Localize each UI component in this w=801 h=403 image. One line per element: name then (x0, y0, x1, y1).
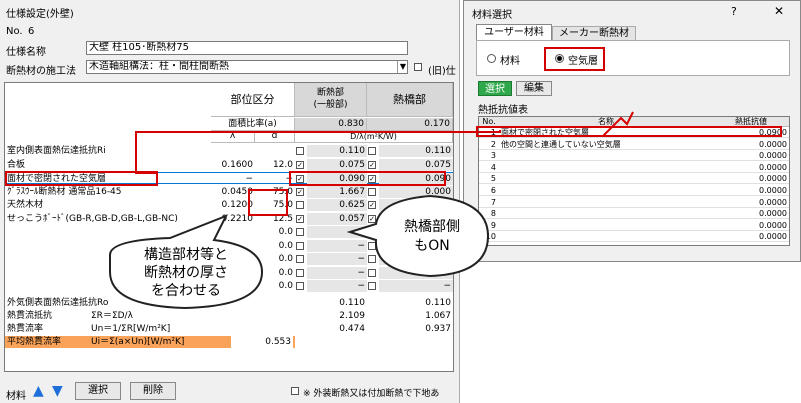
callout-shapes (109, 194, 490, 310)
left-callout-text: 構造部材等と 断熱材の厚さ を合わせる (144, 247, 228, 299)
right-callout-text: 熱橋部側 もON (404, 219, 460, 254)
